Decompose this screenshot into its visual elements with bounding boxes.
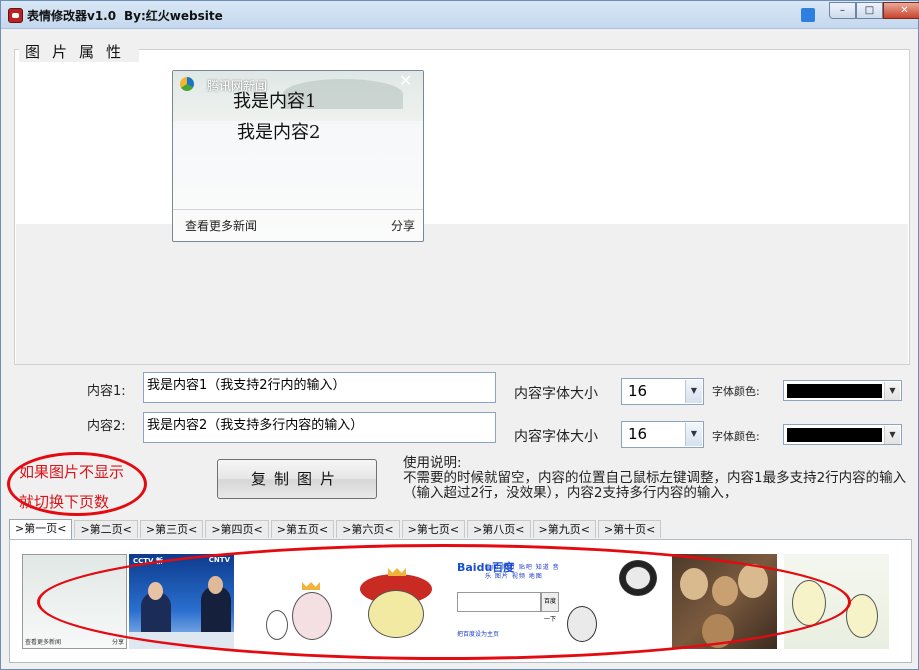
color-swatch: [787, 428, 882, 442]
app-icon: [8, 8, 23, 23]
tencent-logo-icon: [180, 77, 194, 91]
font-size-label-1: 内容字体大小: [514, 386, 598, 402]
window-controls: – □ ✕: [829, 2, 919, 20]
copy-image-button[interactable]: 复制图片: [217, 459, 377, 499]
hint-line-1: 如果图片不显示: [19, 463, 125, 481]
annotation-ellipse-thumbnails: [37, 544, 851, 660]
tab-page-1[interactable]: >第一页<: [9, 519, 73, 539]
usage-text: 不需要的时候就留空，内容的位置自己鼠标左键调整，内容1最多支持2行内容的输入（输…: [403, 470, 907, 501]
content1-label: 内容1:: [87, 384, 126, 399]
image-properties-group: [14, 49, 910, 365]
close-button[interactable]: ✕: [883, 2, 919, 19]
chevron-down-icon[interactable]: ▼: [685, 423, 702, 446]
group-legend: 图片属性: [19, 41, 140, 62]
chevron-down-icon[interactable]: ▼: [884, 382, 900, 400]
font-size-value-2: 16: [628, 425, 648, 443]
color-swatch: [787, 384, 882, 398]
font-color-label-2: 字体颜色:: [712, 430, 760, 443]
tab-page-9[interactable]: >第九页<: [532, 520, 596, 538]
preview-footer: 查看更多新闻 分享: [173, 209, 423, 241]
preview-share: 分享: [390, 219, 415, 233]
maximize-button[interactable]: □: [856, 2, 883, 19]
hint-line-2: 就切换下页数: [19, 493, 110, 511]
image-preview[interactable]: 腾讯网新闻 ✕ 我是内容1 我是内容2 查看更多新闻 分享: [172, 70, 424, 242]
page-tabs: >第一页< >第二页< >第三页< >第四页< >第五页< >第六页< >第七页…: [9, 519, 663, 539]
window-author: By:红火website: [124, 9, 223, 23]
preview-content1[interactable]: 我是内容1: [233, 87, 316, 113]
tab-page-3[interactable]: >第三页<: [139, 520, 204, 538]
tab-page-5[interactable]: >第五页<: [270, 520, 335, 538]
preview-more-link: 查看更多新闻: [185, 219, 258, 233]
thumb1-caption: 查看更多新闻: [25, 639, 62, 646]
skin-icon[interactable]: [801, 8, 815, 22]
thumb1-share: 分享: [111, 639, 124, 646]
tab-page-2[interactable]: >第二页<: [74, 520, 138, 538]
tab-page-4[interactable]: >第四页<: [205, 520, 269, 538]
canvas-lower-area: [16, 224, 908, 364]
usage-title: 使用说明:: [403, 455, 462, 471]
chevron-down-icon[interactable]: ▼: [884, 426, 900, 444]
font-size-select-2[interactable]: 16 ▼: [621, 421, 704, 448]
content2-input[interactable]: 我是内容2（我支持多行内容的输入）: [143, 412, 496, 443]
font-size-label-2: 内容字体大小: [514, 429, 598, 445]
content1-input[interactable]: 我是内容1（我支持2行内的输入）: [143, 372, 496, 403]
content2-label: 内容2:: [87, 419, 126, 434]
tab-page-6[interactable]: >第六页<: [336, 520, 400, 538]
font-size-value-1: 16: [628, 382, 648, 400]
font-color-label-1: 字体颜色:: [712, 385, 760, 398]
tab-page-7[interactable]: >第七页<: [401, 520, 466, 538]
usage-instructions: 使用说明: 不需要的时候就留空，内容的位置自己鼠标左键调整，内容1最多支持2行内…: [403, 456, 908, 501]
app-window: 表情修改器v1.0 By:红火website – □ ✕ 图片属性 腾讯网新闻 …: [0, 0, 919, 670]
font-size-select-1[interactable]: 16 ▼: [621, 378, 704, 405]
chevron-down-icon[interactable]: ▼: [685, 380, 702, 403]
preview-close-icon: ✕: [399, 71, 413, 90]
tab-page-10[interactable]: >第十页<: [597, 520, 662, 538]
minimize-button[interactable]: –: [829, 2, 856, 19]
tab-page-8[interactable]: >第八页<: [467, 520, 531, 538]
window-title: 表情修改器v1.0: [27, 9, 117, 23]
font-color-select-2[interactable]: ▼: [783, 424, 902, 445]
preview-content2[interactable]: 我是内容2: [237, 118, 320, 144]
font-color-select-1[interactable]: ▼: [783, 380, 902, 401]
title-bar[interactable]: 表情修改器v1.0 By:红火website – □ ✕: [1, 1, 919, 29]
